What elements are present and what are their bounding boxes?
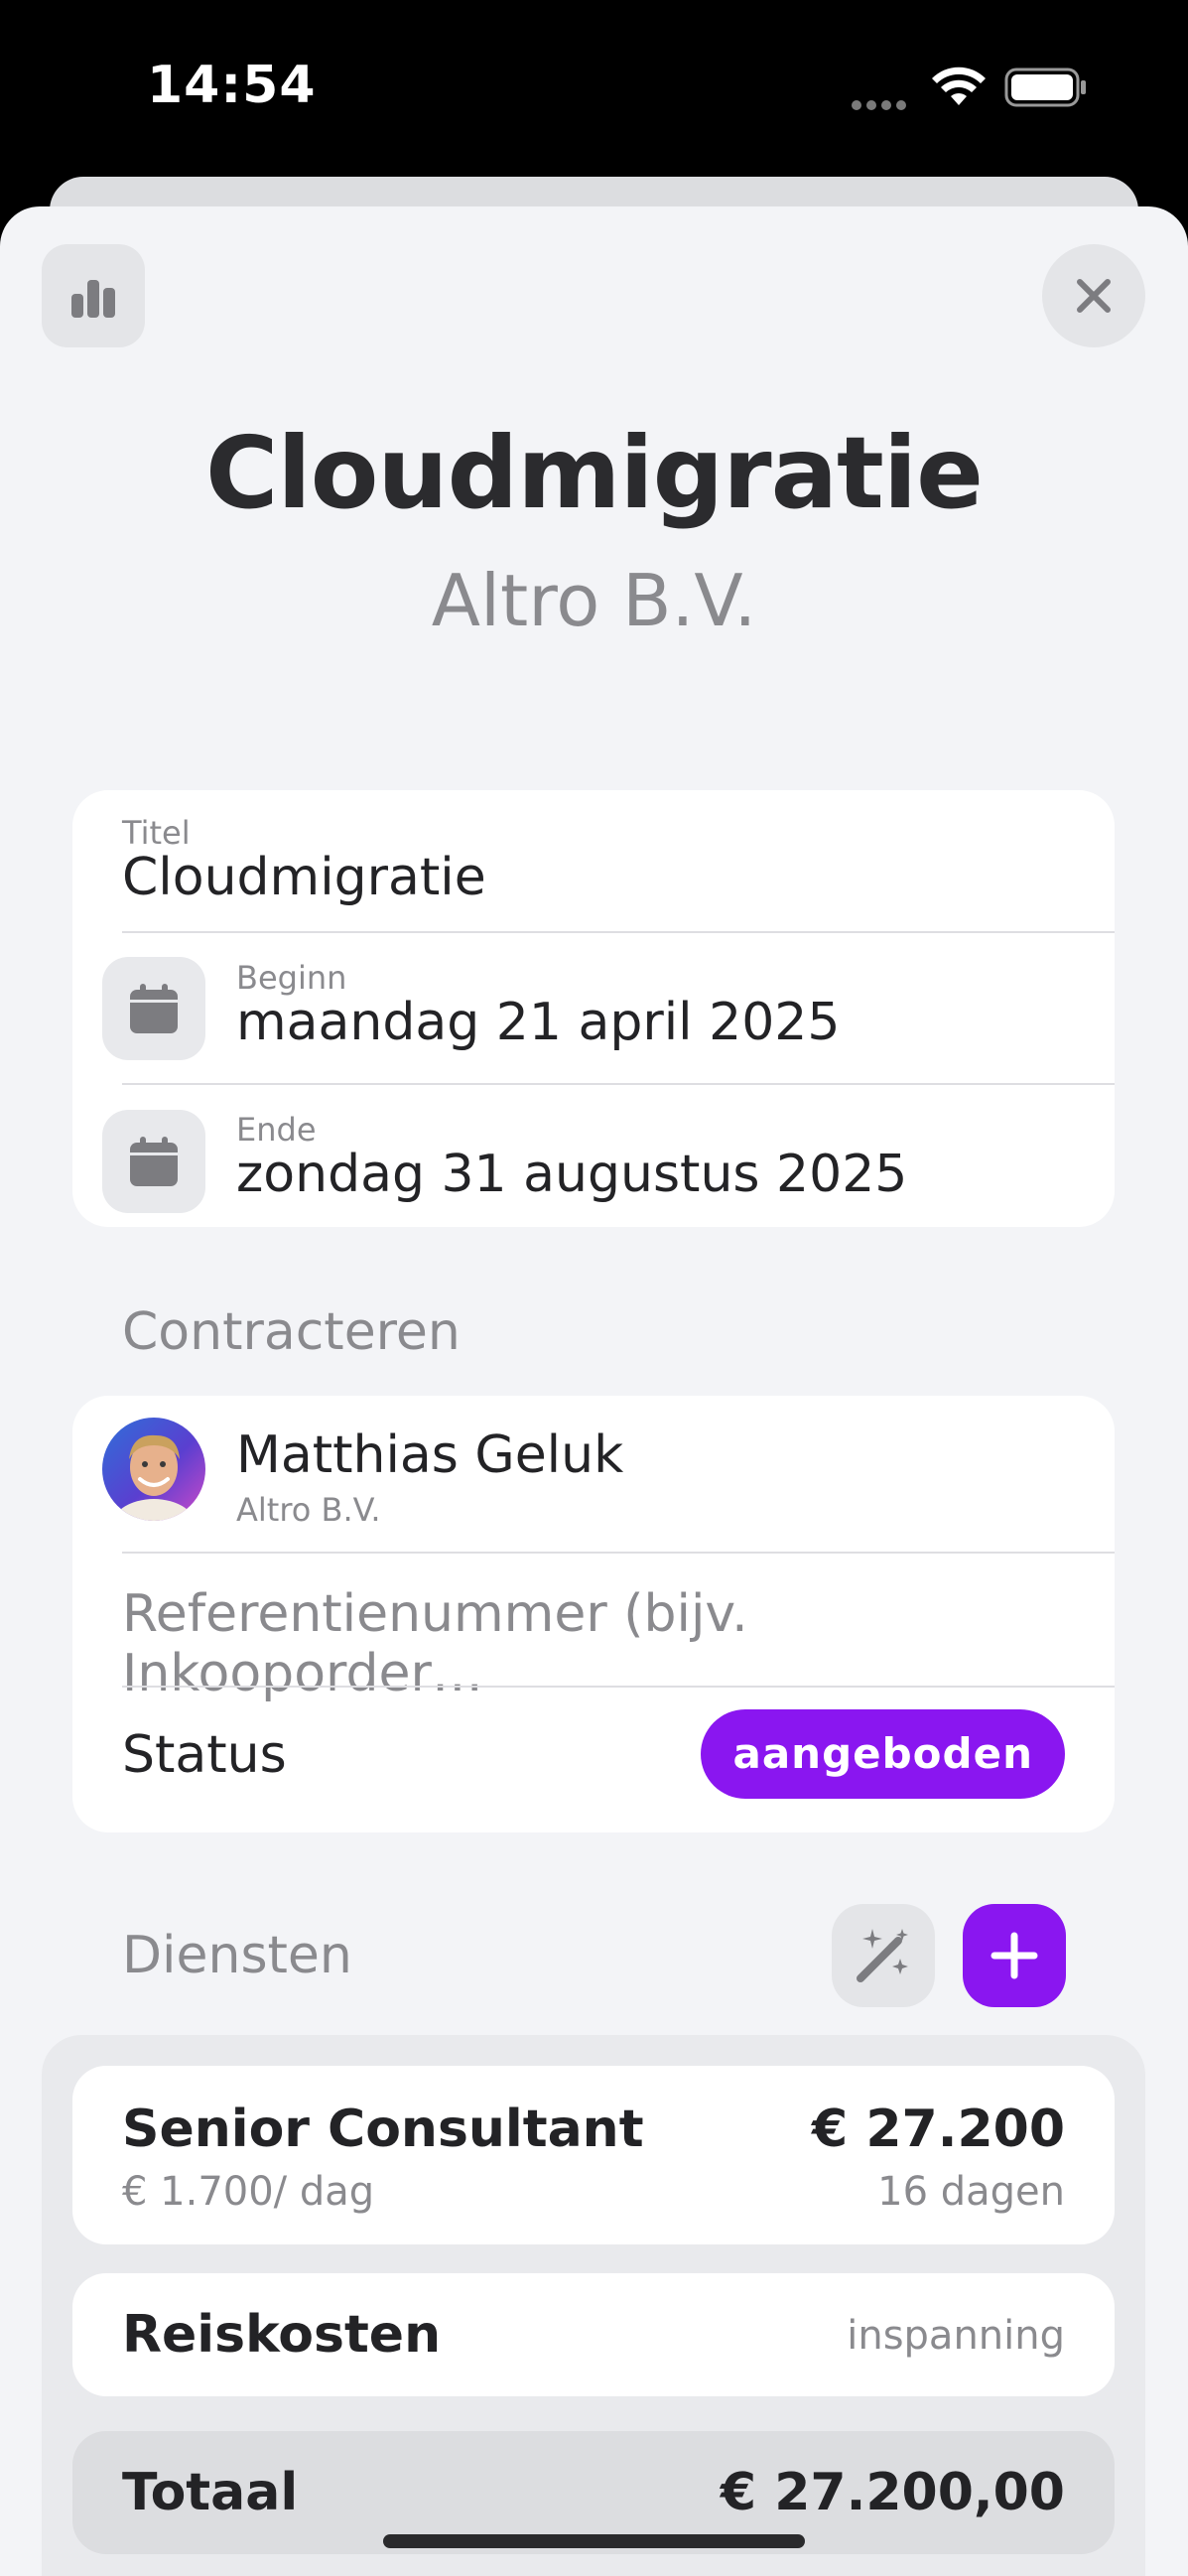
magic-wand-icon <box>857 1929 908 1982</box>
details-card: Titel Cloudmigratie Beginn maandag 21 ap… <box>72 790 1115 1227</box>
divider <box>122 1686 1115 1688</box>
title-field-label: Titel <box>122 814 191 852</box>
divider <box>122 1083 1115 1085</box>
calendar-icon <box>102 1110 205 1213</box>
chart-bar-icon <box>71 280 115 318</box>
services-section-label: Diensten <box>122 1926 352 1985</box>
contract-section-label: Contracteren <box>122 1302 461 1362</box>
avatar[interactable] <box>102 1418 205 1521</box>
service-name: Senior Consultant <box>122 2100 644 2159</box>
list-item[interactable]: Reiskosten inspanning <box>72 2273 1115 2396</box>
contract-card: Matthias Geluk Altro B.V. Referentienumm… <box>72 1396 1115 1832</box>
signal-dots-icon <box>852 95 911 114</box>
wifi-icon <box>932 67 986 105</box>
service-name: Reiskosten <box>122 2305 442 2365</box>
title-field[interactable]: Cloudmigratie <box>122 848 486 907</box>
close-icon <box>1077 279 1111 313</box>
divider <box>122 1552 1115 1554</box>
status-badge[interactable]: aangeboden <box>701 1709 1065 1799</box>
status-time: 14:54 <box>147 56 317 115</box>
service-quantity: 16 dagen <box>877 2169 1065 2215</box>
status-bar: 14:54 <box>0 0 1188 179</box>
total-value: € 27.200,00 <box>720 2463 1065 2522</box>
home-indicator[interactable] <box>383 2534 805 2548</box>
add-service-button[interactable] <box>963 1904 1066 2007</box>
end-date-field[interactable]: zondag 31 augustus 2025 <box>236 1145 907 1204</box>
magic-wand-button[interactable] <box>832 1904 935 2007</box>
contact-company: Altro B.V. <box>236 1491 381 1529</box>
plus-icon <box>990 1932 1038 1979</box>
contact-name: Matthias Geluk <box>236 1425 624 1485</box>
list-item[interactable]: Senior Consultant € 1.700/ dag € 27.200 … <box>72 2066 1115 2244</box>
project-sheet: Cloudmigratie Altro B.V. Titel Cloudmigr… <box>0 206 1188 2576</box>
statistics-button[interactable] <box>42 244 145 347</box>
close-button[interactable] <box>1042 244 1145 347</box>
service-amount: € 27.200 <box>812 2100 1065 2159</box>
divider <box>122 931 1115 933</box>
battery-icon <box>1004 68 1086 107</box>
end-date-label: Ende <box>236 1111 317 1149</box>
page-subtitle: Altro B.V. <box>431 559 757 642</box>
service-amount: inspanning <box>847 2313 1065 2359</box>
services-list: Senior Consultant € 1.700/ dag € 27.200 … <box>42 2035 1145 2576</box>
start-date-field[interactable]: maandag 21 april 2025 <box>236 993 840 1052</box>
calendar-icon <box>102 957 205 1060</box>
service-rate: € 1.700/ dag <box>122 2169 375 2215</box>
status-label: Status <box>122 1725 287 1785</box>
total-label: Totaal <box>122 2463 299 2522</box>
page-title: Cloudmigratie <box>205 415 984 531</box>
start-date-label: Beginn <box>236 959 347 997</box>
